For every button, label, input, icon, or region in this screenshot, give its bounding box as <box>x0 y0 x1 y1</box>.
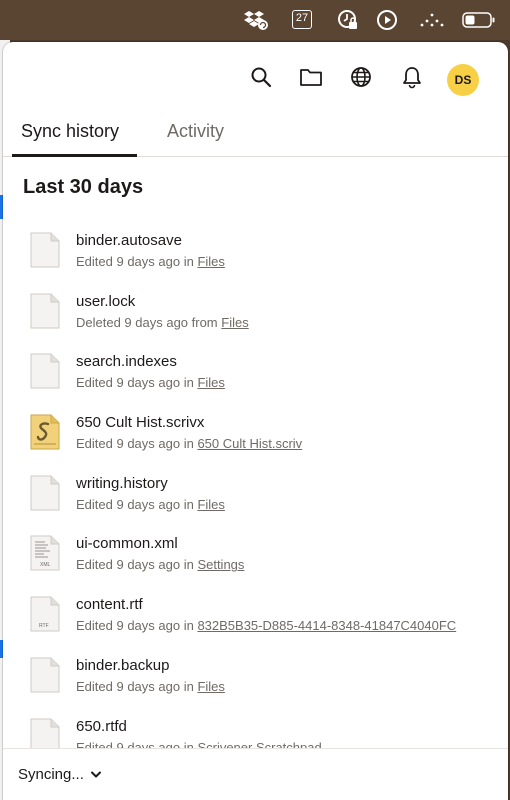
tab-sync-history[interactable]: Sync history <box>3 112 137 157</box>
tab-bar: Sync history Activity <box>3 112 508 157</box>
status-text: Deleted 9 days ago from <box>76 314 218 330</box>
list-item[interactable]: 650 Cult Hist.scrivx Edited 9 days ago i… <box>3 404 508 465</box>
chevron-down-icon <box>90 771 101 777</box>
status-text: Edited 9 days ago in <box>76 254 194 269</box>
file-status: Deleted 9 days ago from Files <box>76 315 249 330</box>
list-item[interactable]: user.lock Deleted 9 days ago from Files <box>3 283 508 344</box>
location-link[interactable]: 650 Cult Hist.scriv <box>197 436 302 451</box>
rtf-file-icon: RTF <box>30 596 60 632</box>
folder-icon[interactable] <box>298 64 324 90</box>
file-status: Edited 9 days ago in Files <box>76 375 225 390</box>
status-text: Edited 9 days ago in <box>76 436 194 452</box>
status-text: Edited 9 days ago in <box>76 557 194 573</box>
tab-label: Activity <box>167 121 225 141</box>
svg-text:XML: XML <box>40 562 51 568</box>
location-link[interactable]: Files <box>197 497 224 512</box>
scrivener-file-icon <box>30 414 60 450</box>
location-link[interactable]: 832B5B35-D885-4414-8348-41847C4040FC <box>197 618 456 633</box>
panel-toolbar: DS <box>3 42 508 112</box>
tab-activity[interactable]: Activity <box>167 112 224 156</box>
panel-footer: Syncing... <box>3 748 508 800</box>
sync-status-dropdown[interactable]: Syncing... <box>18 766 102 783</box>
generic-file-icon <box>30 475 60 511</box>
location-link[interactable]: Files <box>197 254 224 269</box>
location-link[interactable]: Settings <box>197 557 244 572</box>
list-item[interactable]: binder.autosave Edited 9 days ago in Fil… <box>3 222 508 283</box>
file-status: Edited 9 days ago in Files <box>76 679 225 694</box>
menu-bar: 27 <box>0 0 510 40</box>
xml-file-icon: XML <box>30 535 60 571</box>
search-icon[interactable] <box>248 64 274 90</box>
list-item[interactable]: writing.history Edited 9 days ago in Fil… <box>3 465 508 526</box>
status-text: Edited 9 days ago in <box>76 375 194 391</box>
list-item[interactable]: XML ui-common.xml Edited 9 days ago in S… <box>3 525 508 586</box>
play-menu-icon[interactable] <box>376 8 398 32</box>
generic-file-icon <box>30 232 60 268</box>
svg-text:RTF: RTF <box>39 623 49 629</box>
avatar[interactable]: DS <box>447 64 479 96</box>
file-name: writing.history <box>76 474 168 492</box>
calendar-menu-icon[interactable]: 27 <box>292 10 312 29</box>
file-name: 650.rtfd <box>76 717 127 735</box>
sync-status-label: Syncing... <box>18 766 84 783</box>
list-item[interactable]: search.indexes Edited 9 days ago in File… <box>3 343 508 404</box>
list-item[interactable]: RTF content.rtf Edited 9 days ago in 832… <box>3 586 508 647</box>
status-text: Edited 9 days ago in <box>76 678 194 694</box>
location-link[interactable]: Files <box>221 315 248 330</box>
file-status: Edited 9 days ago in 832B5B35-D885-4414-… <box>76 618 456 633</box>
dots-menu-icon[interactable] <box>418 8 444 32</box>
file-name: binder.backup <box>76 656 170 674</box>
status-text: Edited 9 days ago in <box>76 618 194 634</box>
file-name: user.lock <box>76 292 136 310</box>
location-link[interactable]: Files <box>197 679 224 694</box>
tab-label: Sync history <box>20 121 120 141</box>
file-status: Edited 9 days ago in Settings <box>76 557 244 572</box>
status-text: Edited 9 days ago in <box>76 496 194 512</box>
battery-icon[interactable] <box>462 8 496 32</box>
file-name: binder.autosave <box>76 232 182 249</box>
generic-file-icon <box>30 657 60 693</box>
file-list: binder.autosave Edited 9 days ago in Fil… <box>3 222 508 768</box>
file-status: Edited 9 days ago in Files <box>76 254 225 269</box>
active-tab-indicator <box>12 154 137 157</box>
lock-clock-menu-icon[interactable] <box>336 8 360 32</box>
file-status: Edited 9 days ago in 650 Cult Hist.scriv <box>76 436 302 451</box>
globe-icon[interactable] <box>348 64 374 90</box>
generic-file-icon <box>30 293 60 329</box>
list-item[interactable]: binder.backup Edited 9 days ago in Files <box>3 647 508 708</box>
dropbox-menu-icon[interactable] <box>243 8 269 32</box>
dropbox-panel: DS Sync history Activity Last 30 days bi… <box>3 42 508 800</box>
section-title: Last 30 days <box>23 176 144 198</box>
file-name: content.rtf <box>76 596 143 614</box>
file-status: Edited 9 days ago in Files <box>76 497 225 512</box>
generic-file-icon <box>30 353 60 389</box>
file-name: ui-common.xml <box>76 535 178 553</box>
bell-icon[interactable] <box>399 64 425 90</box>
file-name: search.indexes <box>76 353 177 371</box>
location-link[interactable]: Files <box>197 375 224 390</box>
file-name: 650 Cult Hist.scrivx <box>76 414 205 432</box>
